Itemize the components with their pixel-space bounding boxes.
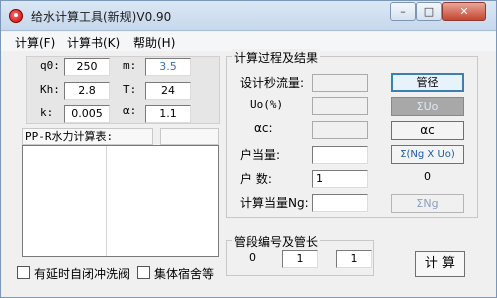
- delay-valve-checkbox[interactable]: [17, 266, 30, 279]
- t-label: T:: [123, 83, 137, 96]
- table-header-left: PP-R水力计算表:: [22, 128, 153, 145]
- maximize-button[interactable]: □: [416, 2, 442, 21]
- segment-group-title: 管段编号及管长: [232, 233, 321, 250]
- q0-input[interactable]: 250: [64, 58, 110, 76]
- k-input[interactable]: 0.005: [64, 105, 110, 123]
- pipe-diameter-button[interactable]: 管径: [391, 73, 464, 92]
- title-bar: 给水计算工具(新规)V0.90 – □ ✕: [1, 1, 496, 31]
- t-input[interactable]: 24: [145, 82, 191, 100]
- menu-report[interactable]: 计算书(K): [67, 34, 120, 51]
- alpha-input[interactable]: 1.1: [145, 105, 191, 123]
- calc-group-title: 计算过程及结果: [232, 49, 321, 66]
- table-column-divider: [106, 146, 107, 256]
- dorm-checkbox[interactable]: [137, 266, 150, 279]
- dorm-label: 集体宿舍等: [154, 267, 215, 281]
- m-input[interactable]: 3.5: [145, 58, 191, 76]
- calculate-button[interactable]: 计 算: [415, 251, 465, 277]
- household-eq-input[interactable]: [312, 146, 368, 164]
- delay-valve-label: 有延时自闭冲洗阀: [34, 267, 131, 281]
- kh-label: Kh:: [40, 83, 60, 96]
- menu-calc[interactable]: 计算(F): [15, 34, 55, 51]
- k-label: k:: [40, 106, 54, 119]
- menu-help[interactable]: 帮助(H): [133, 34, 175, 51]
- segment-index: 0: [249, 251, 256, 264]
- design-flow-label: 设计秒流量:: [240, 76, 305, 90]
- kh-input[interactable]: 2.8: [64, 82, 110, 100]
- table-header-right: [160, 128, 219, 145]
- segment-length-input[interactable]: 1: [336, 250, 372, 268]
- alphac-output: [312, 121, 368, 139]
- households-input[interactable]: 1: [312, 170, 368, 188]
- u0-output: [312, 97, 368, 115]
- q0-label: q0:: [40, 59, 60, 72]
- calc-eq-label: 计算当量Ng:: [240, 196, 309, 210]
- close-button[interactable]: ✕: [442, 2, 486, 21]
- alphac-button[interactable]: αc: [391, 121, 464, 140]
- sum-ng-uo-button[interactable]: Σ(Ng X Uo): [391, 145, 464, 164]
- alphac-label: αc:: [254, 121, 273, 135]
- minimize-button[interactable]: –: [390, 2, 416, 21]
- segment-number-input[interactable]: 1: [282, 250, 318, 268]
- window-title: 给水计算工具(新规)V0.90: [31, 10, 172, 24]
- m-label: m:: [123, 59, 137, 72]
- u0-label: Uo(%): [250, 98, 284, 111]
- household-eq-label: 户当量:: [240, 148, 281, 162]
- sum-u0-button[interactable]: ΣUo: [391, 97, 464, 116]
- calc-eq-input[interactable]: [312, 194, 368, 212]
- alpha-label: α:: [123, 104, 137, 117]
- sum-result: 0: [424, 170, 431, 183]
- households-label: 户 数:: [240, 172, 272, 186]
- app-icon: [9, 9, 23, 23]
- hydraulic-table[interactable]: [22, 145, 219, 257]
- sum-ng-button[interactable]: ΣNg: [391, 194, 464, 213]
- design-flow-output: [312, 74, 368, 92]
